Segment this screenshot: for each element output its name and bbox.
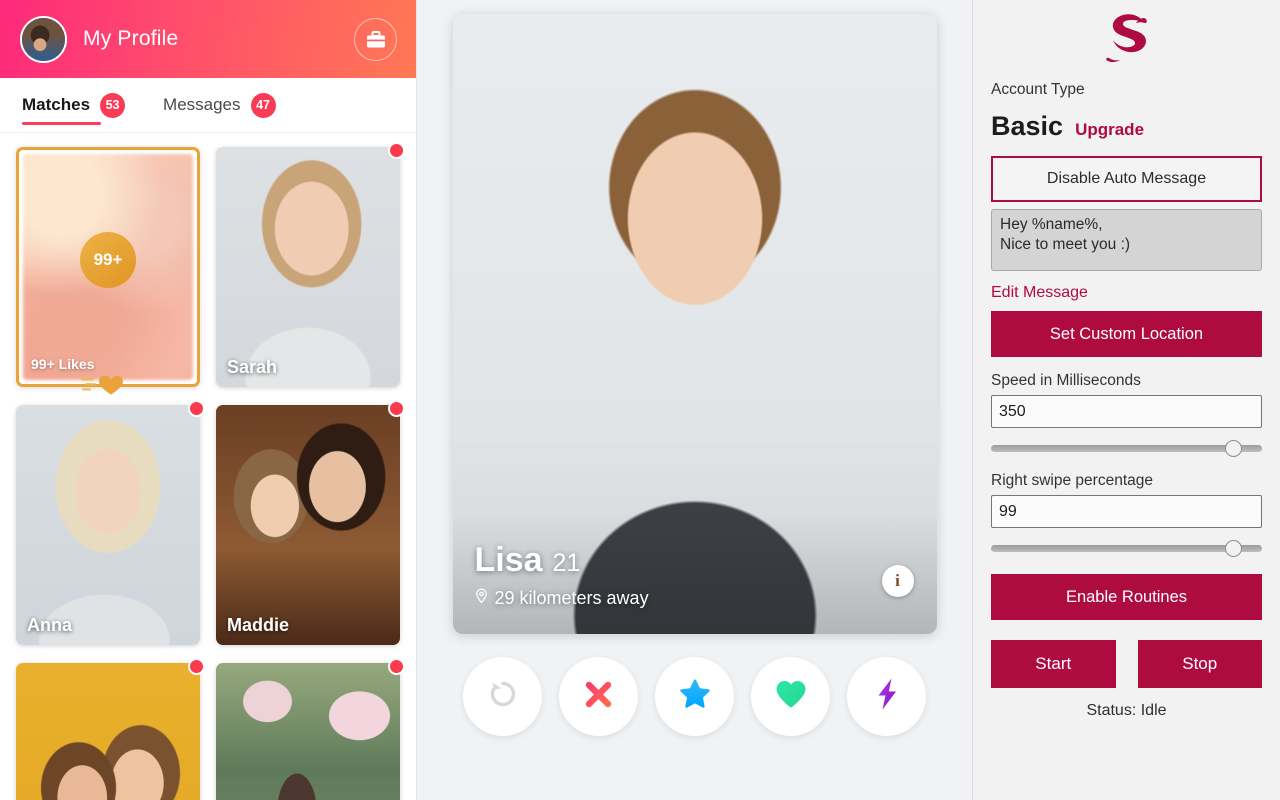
avatar-photo xyxy=(22,17,65,61)
swipe-percentage-input[interactable] xyxy=(991,495,1262,528)
upgrade-link[interactable]: Upgrade xyxy=(1075,120,1144,140)
tab-bar: Matches 53 Messages 47 xyxy=(0,78,416,133)
unread-dot-icon xyxy=(388,142,405,159)
unread-dot-icon xyxy=(388,658,405,675)
likes-tile-frame: 99+ 99+ Likes xyxy=(16,147,200,387)
match-tile[interactable]: Anna xyxy=(16,400,205,645)
superlike-button[interactable] xyxy=(655,657,734,736)
action-button-row xyxy=(463,657,926,736)
match-name: Anna xyxy=(27,615,72,635)
match-photo xyxy=(216,405,400,645)
set-custom-location-button[interactable]: Set Custom Location xyxy=(991,311,1262,357)
match-tile[interactable] xyxy=(216,658,405,800)
swipe-percentage-slider[interactable] xyxy=(991,544,1262,552)
disable-auto-message-button[interactable]: Disable Auto Message xyxy=(991,156,1262,202)
profile-info: Lisa 21 29 kilometers away xyxy=(475,541,649,609)
tab-messages[interactable]: Messages 47 xyxy=(163,78,276,133)
match-name: Maddie xyxy=(227,615,290,635)
lightning-icon xyxy=(874,677,900,716)
s-logo-icon xyxy=(1094,10,1160,73)
match-tile-photo-frame: Anna xyxy=(16,405,200,645)
start-button[interactable]: Start xyxy=(991,640,1116,688)
account-type-value: Basic xyxy=(991,111,1064,141)
start-stop-row: Start Stop xyxy=(991,640,1262,688)
app-window: My Profile Matches 53 Messages 47 99+ 99… xyxy=(0,0,1280,800)
likes-tile[interactable]: 99+ 99+ Likes xyxy=(16,147,200,395)
speed-slider-row xyxy=(991,439,1262,457)
unread-dot-icon xyxy=(188,400,205,417)
profile-card[interactable]: Lisa 21 29 kilometers away i xyxy=(452,14,937,634)
speed-input[interactable] xyxy=(991,395,1262,428)
match-tile-photo-frame xyxy=(16,663,200,800)
rewind-button[interactable] xyxy=(463,657,542,736)
stop-button[interactable]: Stop xyxy=(1137,640,1262,688)
match-tile-photo-frame: Maddie xyxy=(216,405,400,645)
close-x-icon xyxy=(582,678,615,716)
swipe-area: Lisa 21 29 kilometers away i xyxy=(417,0,972,800)
match-tile[interactable]: Sarah xyxy=(216,142,405,387)
match-tile-photo-frame xyxy=(216,663,400,800)
like-button[interactable] xyxy=(751,657,830,736)
tab-messages-label: Messages xyxy=(163,95,241,114)
edit-message-link[interactable]: Edit Message xyxy=(991,284,1262,302)
unread-dot-icon xyxy=(388,400,405,417)
control-panel: Account Type Basic Upgrade Disable Auto … xyxy=(972,0,1280,800)
status-text: Status: Idle xyxy=(1086,702,1167,719)
profile-distance-row: 29 kilometers away xyxy=(475,588,649,609)
match-tile-photo-frame: Sarah xyxy=(216,147,400,387)
profile-distance: 29 kilometers away xyxy=(494,588,649,608)
swipe-percentage-label: Right swipe percentage xyxy=(991,472,1153,489)
match-photo xyxy=(216,147,400,387)
speed-label: Speed in Milliseconds xyxy=(991,372,1141,389)
map-pin-icon xyxy=(475,588,488,609)
account-row: Basic Upgrade xyxy=(991,111,1262,142)
logo xyxy=(991,10,1262,73)
info-icon[interactable]: i xyxy=(881,565,914,597)
match-tile[interactable] xyxy=(16,658,205,800)
account-type-label: Account Type xyxy=(991,81,1085,98)
tab-messages-badge: 47 xyxy=(250,92,276,118)
profile-name: Lisa xyxy=(474,541,543,579)
match-photo xyxy=(16,405,200,645)
unread-dot-icon xyxy=(188,658,205,675)
likes-count-badge: 99+ xyxy=(80,231,136,288)
matches-panel: My Profile Matches 53 Messages 47 99+ 99… xyxy=(0,0,417,800)
match-photo xyxy=(16,663,200,800)
profile-header: My Profile xyxy=(0,0,416,78)
profile-age: 21 xyxy=(552,549,581,577)
enable-routines-button[interactable]: Enable Routines xyxy=(991,574,1262,620)
star-icon xyxy=(678,677,712,716)
match-tile[interactable]: Maddie xyxy=(216,400,405,645)
match-grid: 99+ 99+ Likes Sarah Anna Maddie xyxy=(0,133,416,800)
speed-slider[interactable] xyxy=(991,444,1262,452)
swipe-slider-row xyxy=(991,539,1262,557)
gold-heart-icon xyxy=(81,370,135,401)
tab-matches-label: Matches xyxy=(22,95,91,114)
match-photo xyxy=(216,663,400,800)
rewind-icon xyxy=(486,677,520,716)
auto-message-textarea[interactable]: Hey %name%, Nice to meet you :) xyxy=(991,209,1262,271)
avatar[interactable] xyxy=(20,15,67,63)
profile-name-row: Lisa 21 xyxy=(475,541,649,580)
page-title: My Profile xyxy=(83,27,179,50)
match-name: Sarah xyxy=(227,357,278,377)
nope-button[interactable] xyxy=(559,657,638,736)
tab-matches[interactable]: Matches 53 xyxy=(22,78,126,133)
heart-icon xyxy=(774,678,808,715)
tab-matches-badge: 53 xyxy=(100,92,126,118)
briefcase-icon[interactable] xyxy=(354,18,397,61)
boost-button[interactable] xyxy=(847,657,926,736)
